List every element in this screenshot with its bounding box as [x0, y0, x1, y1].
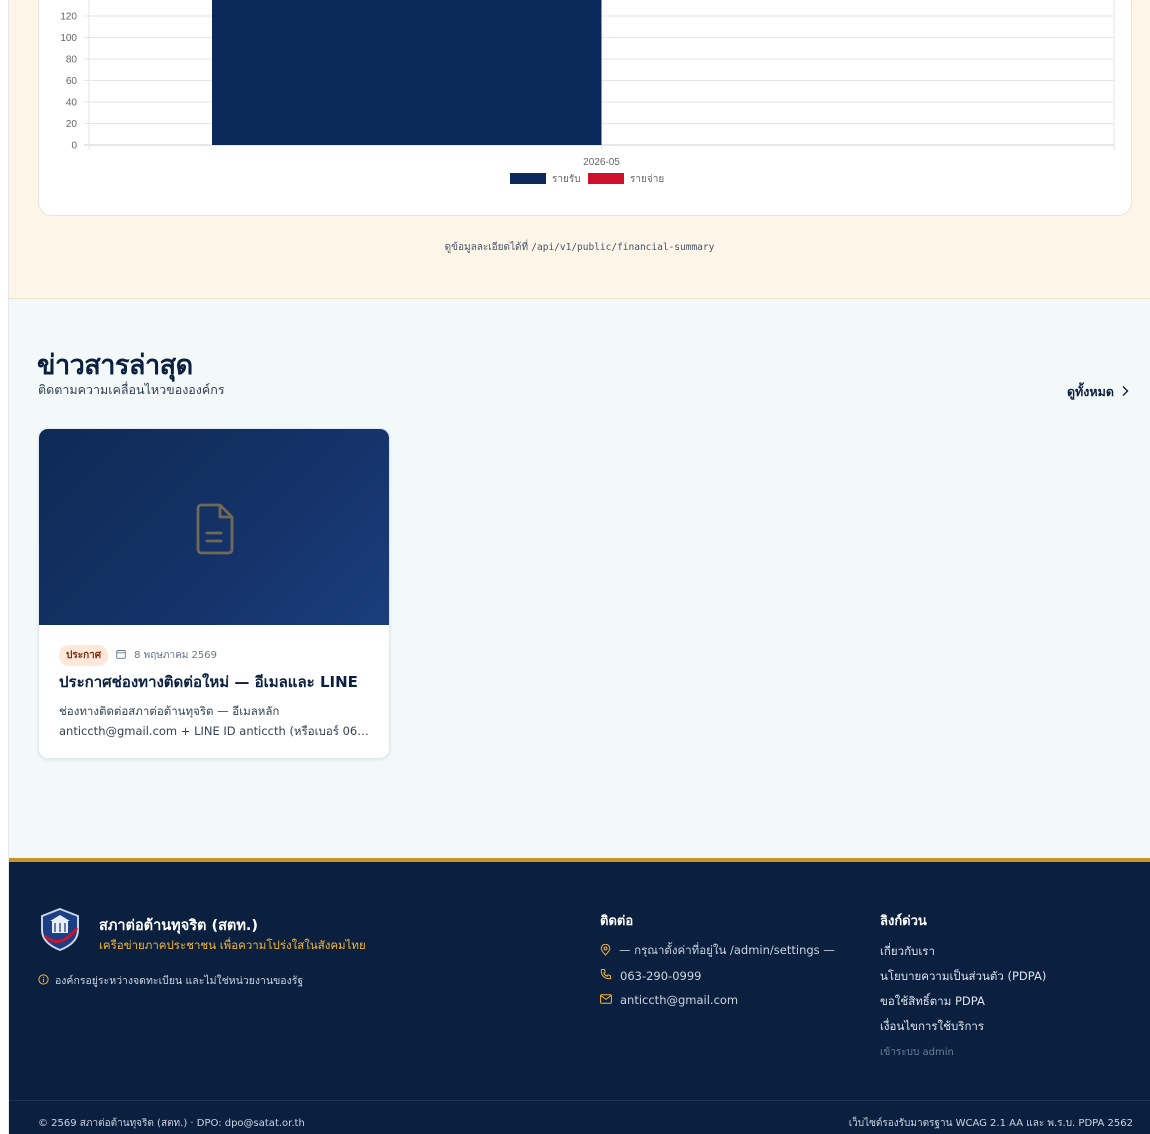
legend-swatch	[510, 173, 546, 184]
financial-summary-section: 0 20 40 60 80 100 120 2026-05 รายรับ รายจ่าย ดูข้…	[9, 0, 1150, 299]
quick-links-heading: ลิงก์ด่วน	[880, 914, 927, 929]
calendar-icon	[116, 649, 126, 662]
org-name: สภาต่อต้านทุจริต (สตท.)	[99, 918, 259, 934]
news-card-image	[39, 429, 389, 625]
org-note-text: องค์กรอยู่ระหว่างจดทะเบียน และไม่ใช่หน่ว…	[55, 975, 304, 987]
contact-email[interactable]: anticcth@gmail.com	[600, 993, 738, 1007]
document-icon	[194, 503, 236, 559]
news-card-title: ประกาศช่องทางติดต่อใหม่ — อีเมลและ LINE	[59, 673, 358, 691]
left-edge	[0, 0, 9, 1134]
link-privacy-policy[interactable]: นโยบายความเป็นส่วนตัว (PDPA)	[880, 968, 1046, 986]
news-subtitle: ติดตามความเคลื่อนไหวขององค์กร	[38, 382, 225, 397]
org-note: องค์กรอยู่ระหว่างจดทะเบียน และไม่ใช่หน่ว…	[38, 972, 303, 989]
contact-heading: ติดต่อ	[600, 914, 634, 929]
news-card-date: 8 พฤษภาคม 2569	[134, 650, 218, 661]
api-note: ดูข้อมูลละเอียดได้ที่ /api/v1/public/fin…	[9, 240, 1150, 255]
org-logo	[37, 906, 83, 956]
phone-icon	[600, 968, 612, 983]
y-tick-label: 0	[71, 141, 77, 152]
news-section: ข่าวสารล่าสุด ติดตามความเคลื่อนไหวขององค…	[9, 299, 1150, 858]
y-tick-label: 40	[66, 98, 78, 109]
admin-login-link[interactable]: เข้าระบบ admin	[880, 1045, 954, 1060]
see-all-label: ดูทั้งหมด	[1066, 384, 1114, 399]
mail-icon	[600, 993, 612, 1007]
contact-phone-text: 063-290-0999	[620, 968, 702, 983]
link-about[interactable]: เกี่ยวกับเรา	[880, 943, 935, 961]
compliance-note: เว็บไซต์รองรับมาตรฐาน WCAG 2.1 AA และ พ.…	[848, 1118, 1133, 1129]
legend-label: รายจ่าย	[630, 174, 664, 185]
category-badge: ประกาศ	[59, 645, 109, 666]
contact-phone[interactable]: 063-290-0999	[600, 968, 701, 983]
org-tagline: เครือข่ายภาคประชาชน เพื่อความโปร่งใสในสั…	[99, 938, 366, 952]
footer-bottom-bar: © 2569 สภาต่อต้านทุจริต (สตท.) · DPO: dp…	[9, 1100, 1150, 1134]
excerpt-line: anticcth@gmail.com + LINE ID anticcth (ห…	[59, 724, 374, 738]
legend-swatch	[588, 173, 624, 184]
bar-income	[212, 0, 602, 145]
news-card-excerpt: ช่องทางติดต่อสภาต่อต้านทุจริต — อีเมลหลั…	[59, 701, 374, 741]
api-note-label: ดูข้อมูลละเอียดได้ที่	[444, 242, 529, 253]
location-pin-icon	[600, 943, 611, 959]
x-tick-label: 2026-05	[583, 157, 620, 168]
link-pdpa-rights[interactable]: ขอใช้สิทธิ์ตาม PDPA	[880, 993, 985, 1011]
y-tick-label: 60	[66, 76, 78, 87]
y-tick-label: 80	[66, 55, 78, 66]
chart-card: 0 20 40 60 80 100 120 2026-05 รายรับ รายจ่าย	[38, 0, 1132, 216]
financial-chart: 0 20 40 60 80 100 120 2026-05รายรับ รายจ่าย	[60, 0, 1115, 185]
contact-address-text: — กรุณาตั้งค่าที่อยู่ใน /admin/settings …	[619, 943, 835, 957]
site-footer: สภาต่อต้านทุจริต (สตท.) เครือข่ายภาคประช…	[9, 858, 1150, 1134]
contact-email-text: anticcth@gmail.com	[620, 993, 739, 1007]
chevron-right-icon	[1120, 385, 1130, 400]
contact-address: — กรุณาตั้งค่าที่อยู่ใน /admin/settings …	[600, 942, 835, 960]
y-tick-label: 100	[60, 33, 77, 44]
api-path: /api/v1/public/financial-summary	[531, 242, 715, 253]
link-terms[interactable]: เงื่อนไขการใช้บริการ	[880, 1018, 984, 1036]
info-icon	[38, 973, 49, 988]
y-tick-label: 120	[60, 12, 77, 23]
excerpt-line: ช่องทางติดต่อสภาต่อต้านทุจริต — อีเมลหลั…	[59, 704, 280, 718]
see-all-link[interactable]: ดูทั้งหมด	[1067, 382, 1130, 402]
legend-label: รายรับ	[552, 174, 581, 185]
page: 0 20 40 60 80 100 120 2026-05 รายรับ รายจ่าย ดูข้…	[0, 0, 1150, 1134]
copyright: © 2569 สภาต่อต้านทุจริต (สตท.) · DPO: dp…	[38, 1118, 305, 1129]
news-card[interactable]: ประกาศ 8 พฤษภาคม 2569 ประกาศช่องทางติดต่…	[38, 428, 390, 759]
y-tick-label: 20	[66, 119, 78, 130]
news-card-meta: ประกาศ 8 พฤษภาคม 2569	[59, 645, 217, 666]
